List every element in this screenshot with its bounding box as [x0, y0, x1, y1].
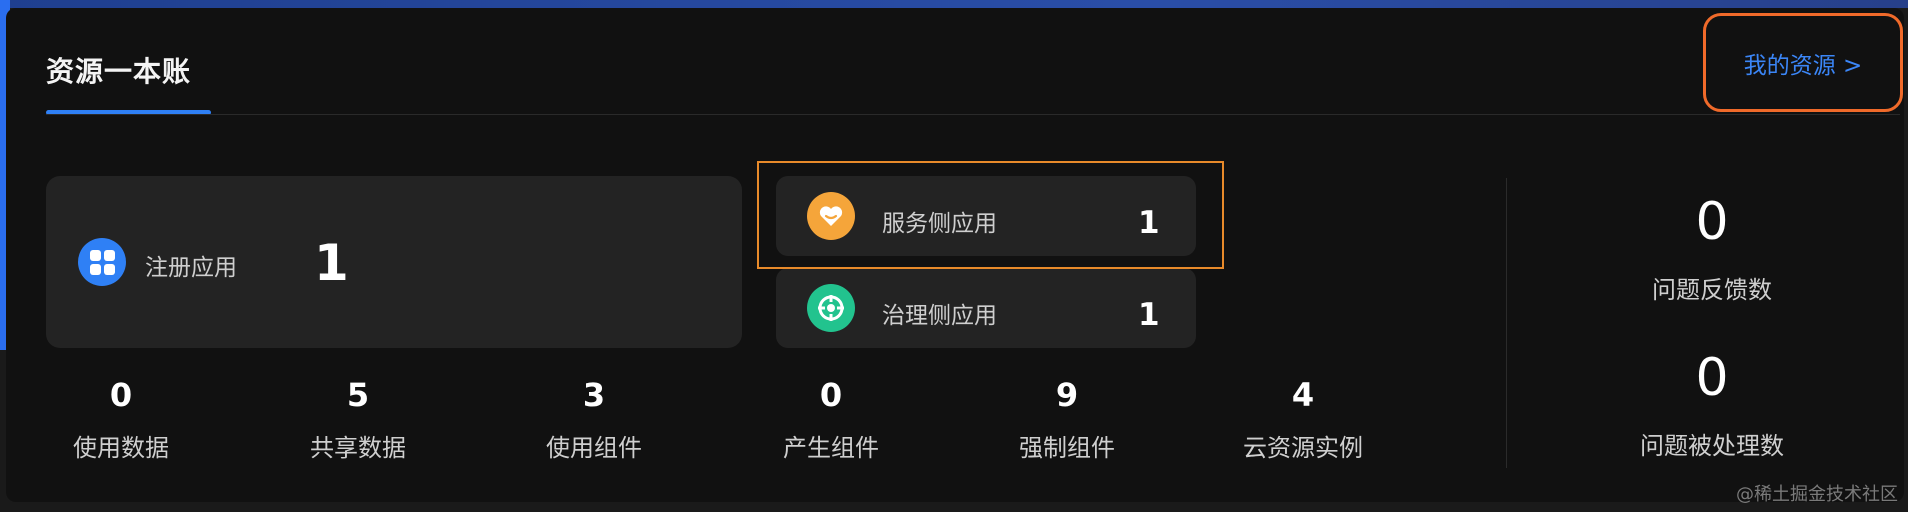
governance-apps-value: 1: [1138, 297, 1160, 333]
header-divider: [46, 114, 1900, 115]
resource-ledger-card: 资源一本账 我的资源 > 注册应用 1 服务侧应用 1 治理侧应用 1 0 使用…: [6, 8, 1904, 502]
stat-value-produced-components: 0: [819, 376, 843, 414]
target-icon: [807, 284, 855, 332]
handled-count-value: 0: [1695, 348, 1729, 408]
my-resources-link[interactable]: 我的资源 >: [1703, 13, 1903, 112]
stat-value-cloud-instances: 4: [1291, 376, 1315, 414]
feedback-count-value: 0: [1695, 192, 1729, 252]
stat-value-used-data: 0: [109, 376, 133, 414]
stat-value-used-components: 3: [582, 376, 606, 414]
top-strip: [0, 0, 1908, 8]
stat-label-shared-data: 共享数据: [310, 434, 406, 462]
stat-value-mandatory-components: 9: [1055, 376, 1079, 414]
stat-label-produced-components: 产生组件: [783, 434, 879, 462]
handled-count-label: 问题被处理数: [1640, 432, 1784, 460]
page-title: 资源一本账: [46, 55, 192, 88]
stat-label-cloud-instances: 云资源实例: [1243, 434, 1363, 462]
stat-label-mandatory-components: 强制组件: [1019, 434, 1115, 462]
watermark: @稀土掘金技术社区: [1736, 484, 1898, 505]
grid-icon: [78, 238, 126, 286]
stat-value-shared-data: 5: [346, 376, 370, 414]
feedback-count-label: 问题反馈数: [1652, 276, 1772, 304]
dashboard-frame: 资源一本账 我的资源 > 注册应用 1 服务侧应用 1 治理侧应用 1 0 使用…: [0, 0, 1908, 512]
governance-apps-label: 治理侧应用: [882, 303, 997, 329]
highlight-box: [757, 161, 1224, 269]
registered-apps-label: 注册应用: [145, 255, 237, 281]
stat-label-used-data: 使用数据: [73, 434, 169, 462]
vertical-divider: [1506, 178, 1507, 468]
registered-apps-value: 1: [314, 234, 349, 292]
stat-label-used-components: 使用组件: [546, 434, 642, 462]
